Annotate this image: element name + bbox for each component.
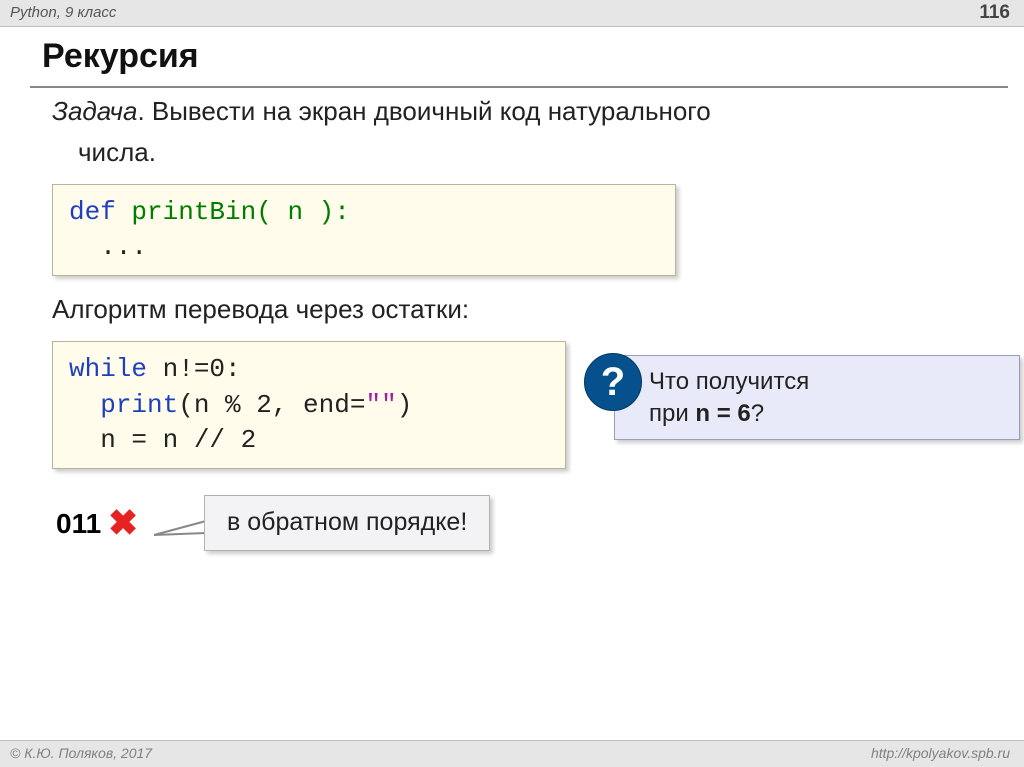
task-text-1: . Вывести на экран двоичный код натураль… [137, 96, 710, 126]
code2-line3: n = n // 2 [69, 425, 256, 455]
slide-footer: © К.Ю. Поляков, 2017 http://kpolyakov.sp… [0, 740, 1024, 767]
print-args-a: (n % 2, end= [178, 390, 365, 420]
header-left: Python, 9 класс [10, 4, 116, 21]
code-block-1: def printBin( n ): ... [52, 184, 676, 276]
title-area: Рекурсия [0, 27, 1024, 84]
code1-body: ... [69, 232, 147, 262]
output-011: 011 [56, 505, 101, 543]
kw-def: def [69, 197, 116, 227]
kw-print: print [100, 390, 178, 420]
callout-text: в обратном порядке! [227, 508, 467, 536]
print-args-b: ) [397, 390, 413, 420]
page-number: 116 [979, 2, 1010, 24]
question-n: n = 6 [695, 400, 750, 427]
question-line2a: при [649, 400, 695, 427]
kw-while: while [69, 354, 147, 384]
question-line1: Что получится [649, 368, 809, 395]
code-block-2: while n!=0: print(n % 2, end="") n = n /… [52, 341, 566, 468]
str-empty: "" [365, 390, 396, 420]
cross-icon: ✖ [108, 499, 138, 548]
slide-title: Рекурсия [42, 37, 1024, 76]
callout-box: в обратном порядке! [204, 495, 490, 551]
question-mark-icon: ? [601, 362, 625, 402]
question-line2c: ? [751, 400, 764, 427]
slide-header: Python, 9 класс 116 [0, 0, 1024, 27]
task-label: Задача [52, 96, 137, 126]
task-line-2: числа. [78, 135, 984, 170]
indent [69, 390, 100, 420]
algo-text: Алгоритм перевода через остатки: [52, 292, 984, 327]
footer-left: © К.Ю. Поляков, 2017 [10, 745, 152, 761]
content: Задача. Вывести на экран двоичный код на… [0, 88, 1024, 565]
while-cond: n!=0: [147, 354, 241, 384]
task-line-1: Задача. Вывести на экран двоичный код на… [52, 94, 984, 129]
callout-arrow-icon [152, 519, 208, 539]
row-result: 011 ✖ в обратном порядке! [52, 495, 984, 565]
question-box: Что получится при n = 6? [614, 355, 1020, 439]
footer-right: http://kpolyakov.spb.ru [871, 745, 1010, 761]
fn-name: printBin( n ): [116, 197, 350, 227]
row-code-question: while n!=0: print(n % 2, end="") n = n /… [52, 341, 984, 491]
